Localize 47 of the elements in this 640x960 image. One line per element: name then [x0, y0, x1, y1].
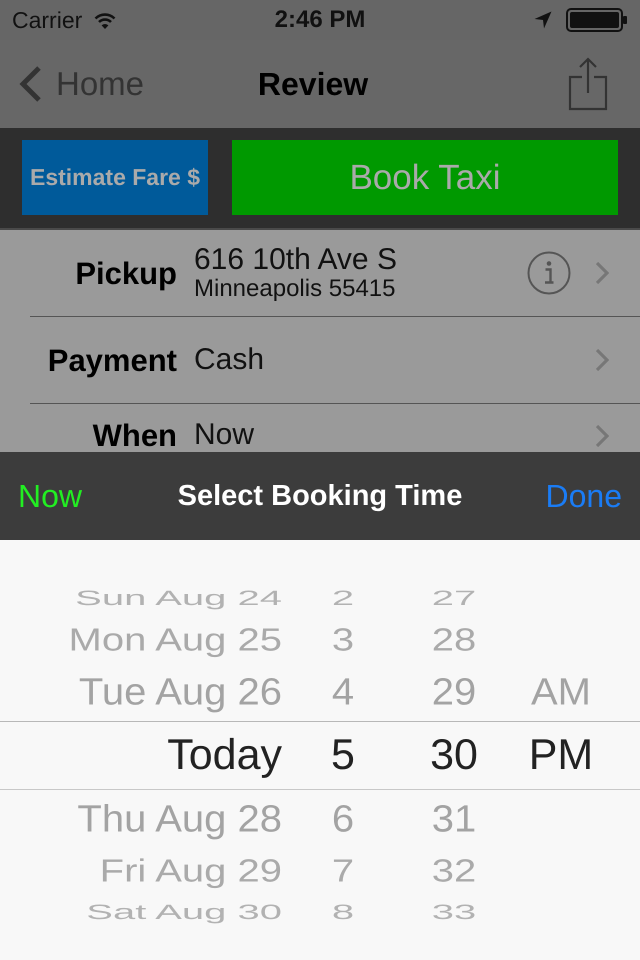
chevron-right-icon: [595, 261, 609, 285]
now-button[interactable]: Now: [18, 478, 82, 514]
estimate-fare-button[interactable]: Estimate Fare $: [22, 140, 208, 215]
picker-option[interactable]: 30: [430, 734, 478, 777]
picker-option[interactable]: 2: [332, 588, 354, 608]
row-value[interactable]: 616 10th Ave S: [194, 244, 397, 276]
time-label: 2:46 PM: [274, 6, 366, 34]
nav-title: Review: [258, 66, 368, 102]
row-label: When: [92, 420, 177, 451]
picker-option[interactable]: Thu Aug 28: [77, 800, 282, 838]
picker-option[interactable]: 6: [332, 800, 354, 838]
picker-option[interactable]: 5: [331, 734, 355, 777]
location-arrow-icon: [534, 11, 552, 29]
row-value[interactable]: Now: [194, 420, 254, 450]
chevron-right-icon: [595, 348, 609, 372]
picker-option[interactable]: Today: [167, 734, 282, 777]
picker-option[interactable]: 8: [332, 902, 354, 922]
toolbar-title: Select Booking Time: [178, 480, 462, 512]
carrier-label: Carrier: [12, 6, 82, 34]
picker-option[interactable]: PM: [528, 734, 594, 777]
picker-option[interactable]: Mon Aug 25: [68, 624, 282, 656]
chevron-left-icon: [18, 65, 42, 103]
picker-option[interactable]: Sat Aug 30: [86, 902, 282, 922]
picker-option[interactable]: Tue Aug 26: [78, 672, 282, 710]
chevron-right-icon: [595, 424, 609, 448]
row-label: Pickup: [74, 258, 177, 288]
picker-option[interactable]: 32: [432, 855, 476, 887]
picker-option[interactable]: 29: [432, 672, 476, 710]
wifi-icon: [94, 12, 116, 28]
info-icon[interactable]: [527, 251, 571, 295]
book-taxi-button[interactable]: Book Taxi: [232, 140, 618, 215]
picker-option[interactable]: 3: [332, 624, 354, 656]
picker-option[interactable]: 4: [332, 672, 354, 710]
picker-option[interactable]: 28: [432, 624, 476, 656]
picker-option[interactable]: AM: [531, 672, 591, 710]
row-detail: Minneapolis 55415: [194, 276, 396, 302]
row-value[interactable]: Cash: [194, 344, 264, 376]
battery-icon: [566, 8, 628, 32]
share-icon[interactable]: [568, 57, 608, 111]
done-button[interactable]: Done: [546, 478, 622, 514]
picker-option[interactable]: 7: [332, 855, 354, 887]
row-label: Payment: [46, 344, 177, 376]
picker-option[interactable]: 33: [432, 902, 476, 922]
picker-option[interactable]: Fri Aug 29: [100, 855, 282, 887]
picker-option[interactable]: Sun Aug 24: [75, 588, 282, 608]
picker-option[interactable]: 31: [432, 800, 476, 838]
picker-option[interactable]: 27: [432, 588, 476, 608]
